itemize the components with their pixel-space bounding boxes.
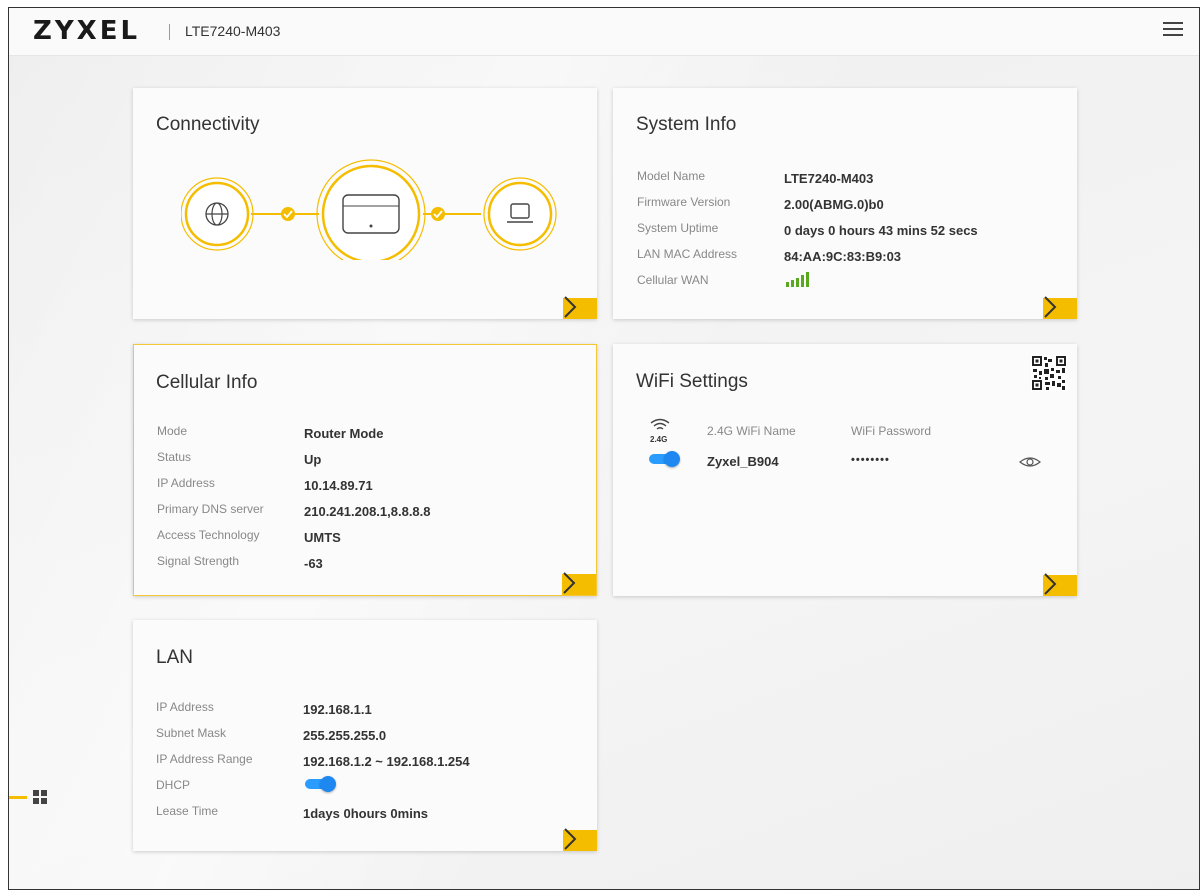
globe-icon <box>181 177 254 251</box>
chevron-right-icon <box>564 828 577 850</box>
lan-more-button[interactable] <box>563 828 597 851</box>
signal-strength-icon <box>786 272 809 287</box>
signal-strength-label: Signal Strength <box>157 554 240 568</box>
primary-dns-value: 210.241.208.1,8.8.8.8 <box>304 504 431 519</box>
top-bar: ZYXEL LTE7240-M403 <box>9 8 1199 56</box>
qr-code-icon[interactable] <box>1031 355 1067 391</box>
lan-title: LAN <box>156 647 193 668</box>
signal-strength-value: -63 <box>304 556 323 571</box>
system-info-more-button[interactable] <box>1043 296 1077 319</box>
grid-icon <box>33 790 47 804</box>
active-indicator <box>9 796 27 799</box>
cellular-info-card: Cellular Info Mode Router Mode Status Up… <box>133 344 597 596</box>
status-value: Up <box>304 452 322 467</box>
lan-ip-address-value: 192.168.1.1 <box>303 702 372 717</box>
system-info-title: System Info <box>636 114 737 135</box>
app-window: ZYXEL LTE7240-M403 Connectivity System I… <box>8 7 1200 890</box>
wifi-password-label: WiFi Password <box>851 424 932 438</box>
mode-label: Mode <box>157 424 188 438</box>
status-label: Status <box>157 450 192 464</box>
lease-time-value: 1days 0hours 0mins <box>303 806 428 821</box>
firmware-version-value: 2.00(ABMG.0)b0 <box>784 197 884 212</box>
chevron-right-icon <box>564 296 577 318</box>
access-technology-value: UMTS <box>304 530 341 545</box>
wifi-name-label: 2.4G WiFi Name <box>707 424 796 438</box>
lan-mac-value: 84:AA:9C:83:B9:03 <box>784 249 902 264</box>
wifi-settings-title: WiFi Settings <box>636 371 748 392</box>
connectivity-card: Connectivity <box>133 88 597 319</box>
wifi-password-value: •••••••• <box>851 454 890 466</box>
wifi-band-label: 2.4G <box>650 435 668 444</box>
system-info-card: System Info Model Name LTE7240-M403 Firm… <box>613 88 1077 319</box>
wifi-settings-more-button[interactable] <box>1043 573 1077 596</box>
lease-time-label: Lease Time <box>156 804 219 818</box>
ip-range-value: 192.168.1.2 ~ 192.168.1.254 <box>303 754 470 769</box>
dhcp-label: DHCP <box>156 778 191 792</box>
chevron-right-icon <box>563 572 576 594</box>
ip-address-value: 10.14.89.71 <box>304 478 373 493</box>
subnet-mask-value: 255.255.255.0 <box>303 728 387 743</box>
zyxel-logo: ZYXEL <box>33 16 141 46</box>
logo-divider <box>169 24 170 40</box>
chevron-right-icon <box>1044 573 1057 595</box>
connectivity-more-button[interactable] <box>563 296 597 319</box>
access-technology-label: Access Technology <box>157 528 260 542</box>
dhcp-toggle[interactable] <box>303 776 337 792</box>
ip-address-label: IP Address <box>157 476 215 490</box>
wifi-settings-card: WiFi Settings 2.4G 2.4G WiFi Name Zyxel_… <box>613 344 1077 596</box>
wifi-enable-toggle[interactable] <box>647 451 681 467</box>
connected-check-icon <box>281 207 295 221</box>
ip-range-label: IP Address Range <box>156 752 253 766</box>
cellular-info-title: Cellular Info <box>156 372 258 393</box>
mode-value: Router Mode <box>304 426 384 441</box>
eye-icon[interactable] <box>1019 455 1041 469</box>
lan-card: LAN IP Address 192.168.1.1 Subnet Mask 2… <box>133 620 597 851</box>
system-uptime-value: 0 days 0 hours 43 mins 52 secs <box>784 223 978 238</box>
chevron-right-icon <box>1044 296 1057 318</box>
laptop-icon <box>483 177 557 251</box>
lan-ip-address-label: IP Address <box>156 700 214 714</box>
primary-dns-label: Primary DNS server <box>157 502 264 516</box>
firmware-version-label: Firmware Version <box>637 195 731 209</box>
connected-check-icon <box>431 207 445 221</box>
subnet-mask-label: Subnet Mask <box>156 726 227 740</box>
lan-mac-label: LAN MAC Address <box>637 247 738 261</box>
router-icon <box>316 159 426 260</box>
device-model-title: LTE7240-M403 <box>185 23 281 39</box>
hamburger-menu-icon[interactable] <box>1163 22 1183 38</box>
cellular-info-more-button[interactable] <box>562 572 596 595</box>
dashboard-layout-button[interactable] <box>9 790 55 806</box>
system-uptime-label: System Uptime <box>637 221 719 235</box>
wifi-ssid-value: Zyxel_B904 <box>707 454 779 469</box>
connectivity-diagram <box>181 159 557 260</box>
cellular-wan-label: Cellular WAN <box>637 273 709 287</box>
model-name-label: Model Name <box>637 169 706 183</box>
connectivity-title: Connectivity <box>156 114 260 135</box>
model-name-value: LTE7240-M403 <box>784 171 874 186</box>
